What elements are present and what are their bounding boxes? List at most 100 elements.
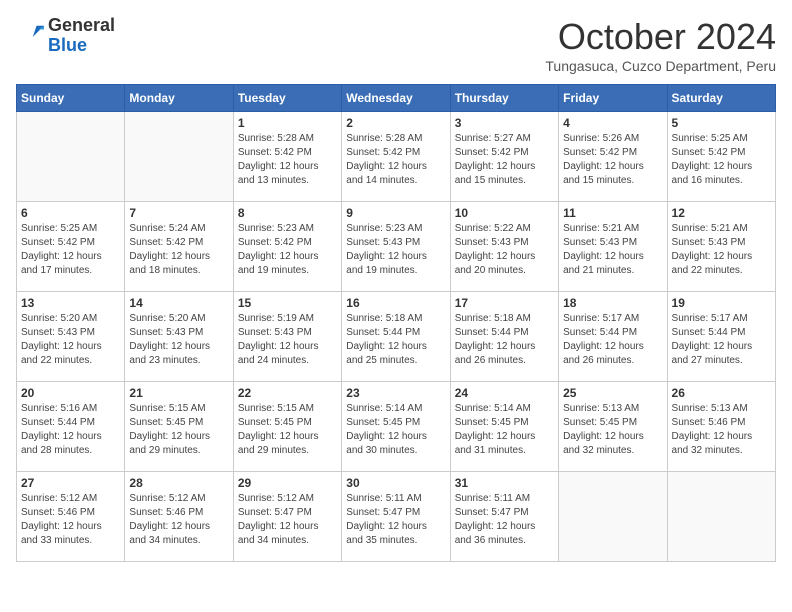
calendar-day-cell: 4Sunrise: 5:26 AMSunset: 5:42 PMDaylight…	[559, 112, 667, 202]
calendar-week-row: 27 Sunrise: 5:12 AMSunset: 5:46 PMDayligh…	[17, 472, 776, 562]
calendar-day-cell: 6 Sunrise: 5:25 AMSunset: 5:42 PMDaylight…	[17, 202, 125, 292]
day-number: 5	[672, 116, 771, 130]
calendar-day-cell: 25 Sunrise: 5:13 AMSunset: 5:45 PMDayligh…	[559, 382, 667, 472]
day-number: 27	[21, 476, 120, 490]
month-title: October 2024	[545, 16, 776, 58]
day-number: 3	[455, 116, 554, 130]
logo-general: General	[48, 16, 115, 36]
day-detail: Sunrise: 5:14 AMSunset: 5:45 PMDaylight:…	[346, 402, 445, 458]
day-number: 25	[563, 386, 662, 400]
day-number: 17	[455, 296, 554, 310]
calendar-header: SundayMondayTuesdayWednesdayThursdayFrid…	[17, 85, 776, 112]
day-number: 1	[238, 116, 337, 130]
page-header: General Blue October 2024 Tungasuca, Cuz…	[16, 16, 776, 74]
day-number: 19	[672, 296, 771, 310]
day-detail: Sunrise: 5:21 AMSunset: 5:43 PMDaylight:…	[563, 222, 662, 278]
day-detail: Sunrise: 5:12 AMSunset: 5:46 PMDaylight:…	[129, 492, 228, 548]
calendar-day-cell: 17 Sunrise: 5:18 AMSunset: 5:44 PMDayligh…	[450, 292, 558, 382]
weekday-header-thursday: Thursday	[450, 85, 558, 112]
day-number: 31	[455, 476, 554, 490]
day-detail: Sunrise: 5:28 AMSunset: 5:42 PMDaylight:…	[346, 132, 445, 188]
calendar-day-cell: 29Sunrise: 5:12 AMSunset: 5:47 PMDayligh…	[233, 472, 341, 562]
calendar-day-cell	[559, 472, 667, 562]
day-number: 10	[455, 206, 554, 220]
day-number: 16	[346, 296, 445, 310]
day-detail: Sunrise: 5:12 AMSunset: 5:47 PMDaylight:…	[238, 492, 337, 548]
calendar-day-cell: 2 Sunrise: 5:28 AMSunset: 5:42 PMDaylight…	[342, 112, 450, 202]
calendar-day-cell: 7 Sunrise: 5:24 AMSunset: 5:42 PMDaylight…	[125, 202, 233, 292]
day-detail: Sunrise: 5:11 AMSunset: 5:47 PMDaylight:…	[346, 492, 445, 548]
day-detail: Sunrise: 5:23 AMSunset: 5:42 PMDaylight:…	[238, 222, 337, 278]
day-number: 22	[238, 386, 337, 400]
weekday-header-tuesday: Tuesday	[233, 85, 341, 112]
calendar-day-cell: 30Sunrise: 5:11 AMSunset: 5:47 PMDayligh…	[342, 472, 450, 562]
day-number: 2	[346, 116, 445, 130]
day-number: 8	[238, 206, 337, 220]
calendar-day-cell: 8 Sunrise: 5:23 AMSunset: 5:42 PMDaylight…	[233, 202, 341, 292]
day-detail: Sunrise: 5:18 AMSunset: 5:44 PMDaylight:…	[455, 312, 554, 368]
calendar-day-cell: 23 Sunrise: 5:14 AMSunset: 5:45 PMDayligh…	[342, 382, 450, 472]
day-number: 12	[672, 206, 771, 220]
day-number: 23	[346, 386, 445, 400]
calendar-day-cell: 13Sunrise: 5:20 AMSunset: 5:43 PMDayligh…	[17, 292, 125, 382]
day-number: 7	[129, 206, 228, 220]
calendar-day-cell: 27 Sunrise: 5:12 AMSunset: 5:46 PMDayligh…	[17, 472, 125, 562]
calendar-day-cell: 9 Sunrise: 5:23 AMSunset: 5:43 PMDaylight…	[342, 202, 450, 292]
day-detail: Sunrise: 5:23 AMSunset: 5:43 PMDaylight:…	[346, 222, 445, 278]
day-detail: Sunrise: 5:27 AMSunset: 5:42 PMDaylight:…	[455, 132, 554, 188]
day-number: 21	[129, 386, 228, 400]
calendar-day-cell: 10 Sunrise: 5:22 AMSunset: 5:43 PMDayligh…	[450, 202, 558, 292]
calendar-day-cell: 28 Sunrise: 5:12 AMSunset: 5:46 PMDayligh…	[125, 472, 233, 562]
day-detail: Sunrise: 5:22 AMSunset: 5:43 PMDaylight:…	[455, 222, 554, 278]
day-detail: Sunrise: 5:25 AMSunset: 5:42 PMDaylight:…	[672, 132, 771, 188]
calendar-day-cell: 18Sunrise: 5:17 AMSunset: 5:44 PMDayligh…	[559, 292, 667, 382]
calendar-day-cell: 15 Sunrise: 5:19 AMSunset: 5:43 PMDayligh…	[233, 292, 341, 382]
logo-text: General Blue	[48, 16, 115, 56]
calendar-day-cell: 22Sunrise: 5:15 AMSunset: 5:45 PMDayligh…	[233, 382, 341, 472]
calendar-day-cell: 16 Sunrise: 5:18 AMSunset: 5:44 PMDayligh…	[342, 292, 450, 382]
calendar-day-cell: 14 Sunrise: 5:20 AMSunset: 5:43 PMDayligh…	[125, 292, 233, 382]
calendar-day-cell: 11 Sunrise: 5:21 AMSunset: 5:43 PMDayligh…	[559, 202, 667, 292]
day-detail: Sunrise: 5:15 AMSunset: 5:45 PMDaylight:…	[129, 402, 228, 458]
location-subtitle: Tungasuca, Cuzco Department, Peru	[545, 58, 776, 74]
day-detail: Sunrise: 5:20 AMSunset: 5:43 PMDaylight:…	[21, 312, 120, 368]
day-number: 28	[129, 476, 228, 490]
day-number: 26	[672, 386, 771, 400]
day-detail: Sunrise: 5:13 AMSunset: 5:45 PMDaylight:…	[563, 402, 662, 458]
calendar-body: 1 Sunrise: 5:28 AMSunset: 5:42 PMDaylight…	[17, 112, 776, 562]
calendar-week-row: 1 Sunrise: 5:28 AMSunset: 5:42 PMDaylight…	[17, 112, 776, 202]
day-number: 9	[346, 206, 445, 220]
calendar-day-cell: 20Sunrise: 5:16 AMSunset: 5:44 PMDayligh…	[17, 382, 125, 472]
logo-blue: Blue	[48, 36, 115, 56]
calendar-day-cell	[125, 112, 233, 202]
calendar-day-cell: 21 Sunrise: 5:15 AMSunset: 5:45 PMDayligh…	[125, 382, 233, 472]
day-detail: Sunrise: 5:18 AMSunset: 5:44 PMDaylight:…	[346, 312, 445, 368]
weekday-header-saturday: Saturday	[667, 85, 775, 112]
day-number: 6	[21, 206, 120, 220]
weekday-header-monday: Monday	[125, 85, 233, 112]
calendar-week-row: 6 Sunrise: 5:25 AMSunset: 5:42 PMDaylight…	[17, 202, 776, 292]
weekday-header-row: SundayMondayTuesdayWednesdayThursdayFrid…	[17, 85, 776, 112]
calendar-day-cell: 24Sunrise: 5:14 AMSunset: 5:45 PMDayligh…	[450, 382, 558, 472]
day-number: 18	[563, 296, 662, 310]
day-number: 11	[563, 206, 662, 220]
calendar-day-cell	[667, 472, 775, 562]
calendar-table: SundayMondayTuesdayWednesdayThursdayFrid…	[16, 84, 776, 562]
day-detail: Sunrise: 5:24 AMSunset: 5:42 PMDaylight:…	[129, 222, 228, 278]
day-detail: Sunrise: 5:11 AMSunset: 5:47 PMDaylight:…	[455, 492, 554, 548]
day-detail: Sunrise: 5:14 AMSunset: 5:45 PMDaylight:…	[455, 402, 554, 458]
day-detail: Sunrise: 5:25 AMSunset: 5:42 PMDaylight:…	[21, 222, 120, 278]
logo: General Blue	[16, 16, 115, 56]
day-number: 15	[238, 296, 337, 310]
calendar-day-cell: 1 Sunrise: 5:28 AMSunset: 5:42 PMDaylight…	[233, 112, 341, 202]
day-detail: Sunrise: 5:16 AMSunset: 5:44 PMDaylight:…	[21, 402, 120, 458]
day-number: 14	[129, 296, 228, 310]
calendar-day-cell: 3 Sunrise: 5:27 AMSunset: 5:42 PMDaylight…	[450, 112, 558, 202]
calendar-day-cell: 26Sunrise: 5:13 AMSunset: 5:46 PMDayligh…	[667, 382, 775, 472]
title-block: October 2024 Tungasuca, Cuzco Department…	[545, 16, 776, 74]
day-detail: Sunrise: 5:28 AMSunset: 5:42 PMDaylight:…	[238, 132, 337, 188]
day-detail: Sunrise: 5:19 AMSunset: 5:43 PMDaylight:…	[238, 312, 337, 368]
day-detail: Sunrise: 5:20 AMSunset: 5:43 PMDaylight:…	[129, 312, 228, 368]
day-detail: Sunrise: 5:12 AMSunset: 5:46 PMDaylight:…	[21, 492, 120, 548]
calendar-week-row: 20Sunrise: 5:16 AMSunset: 5:44 PMDayligh…	[17, 382, 776, 472]
